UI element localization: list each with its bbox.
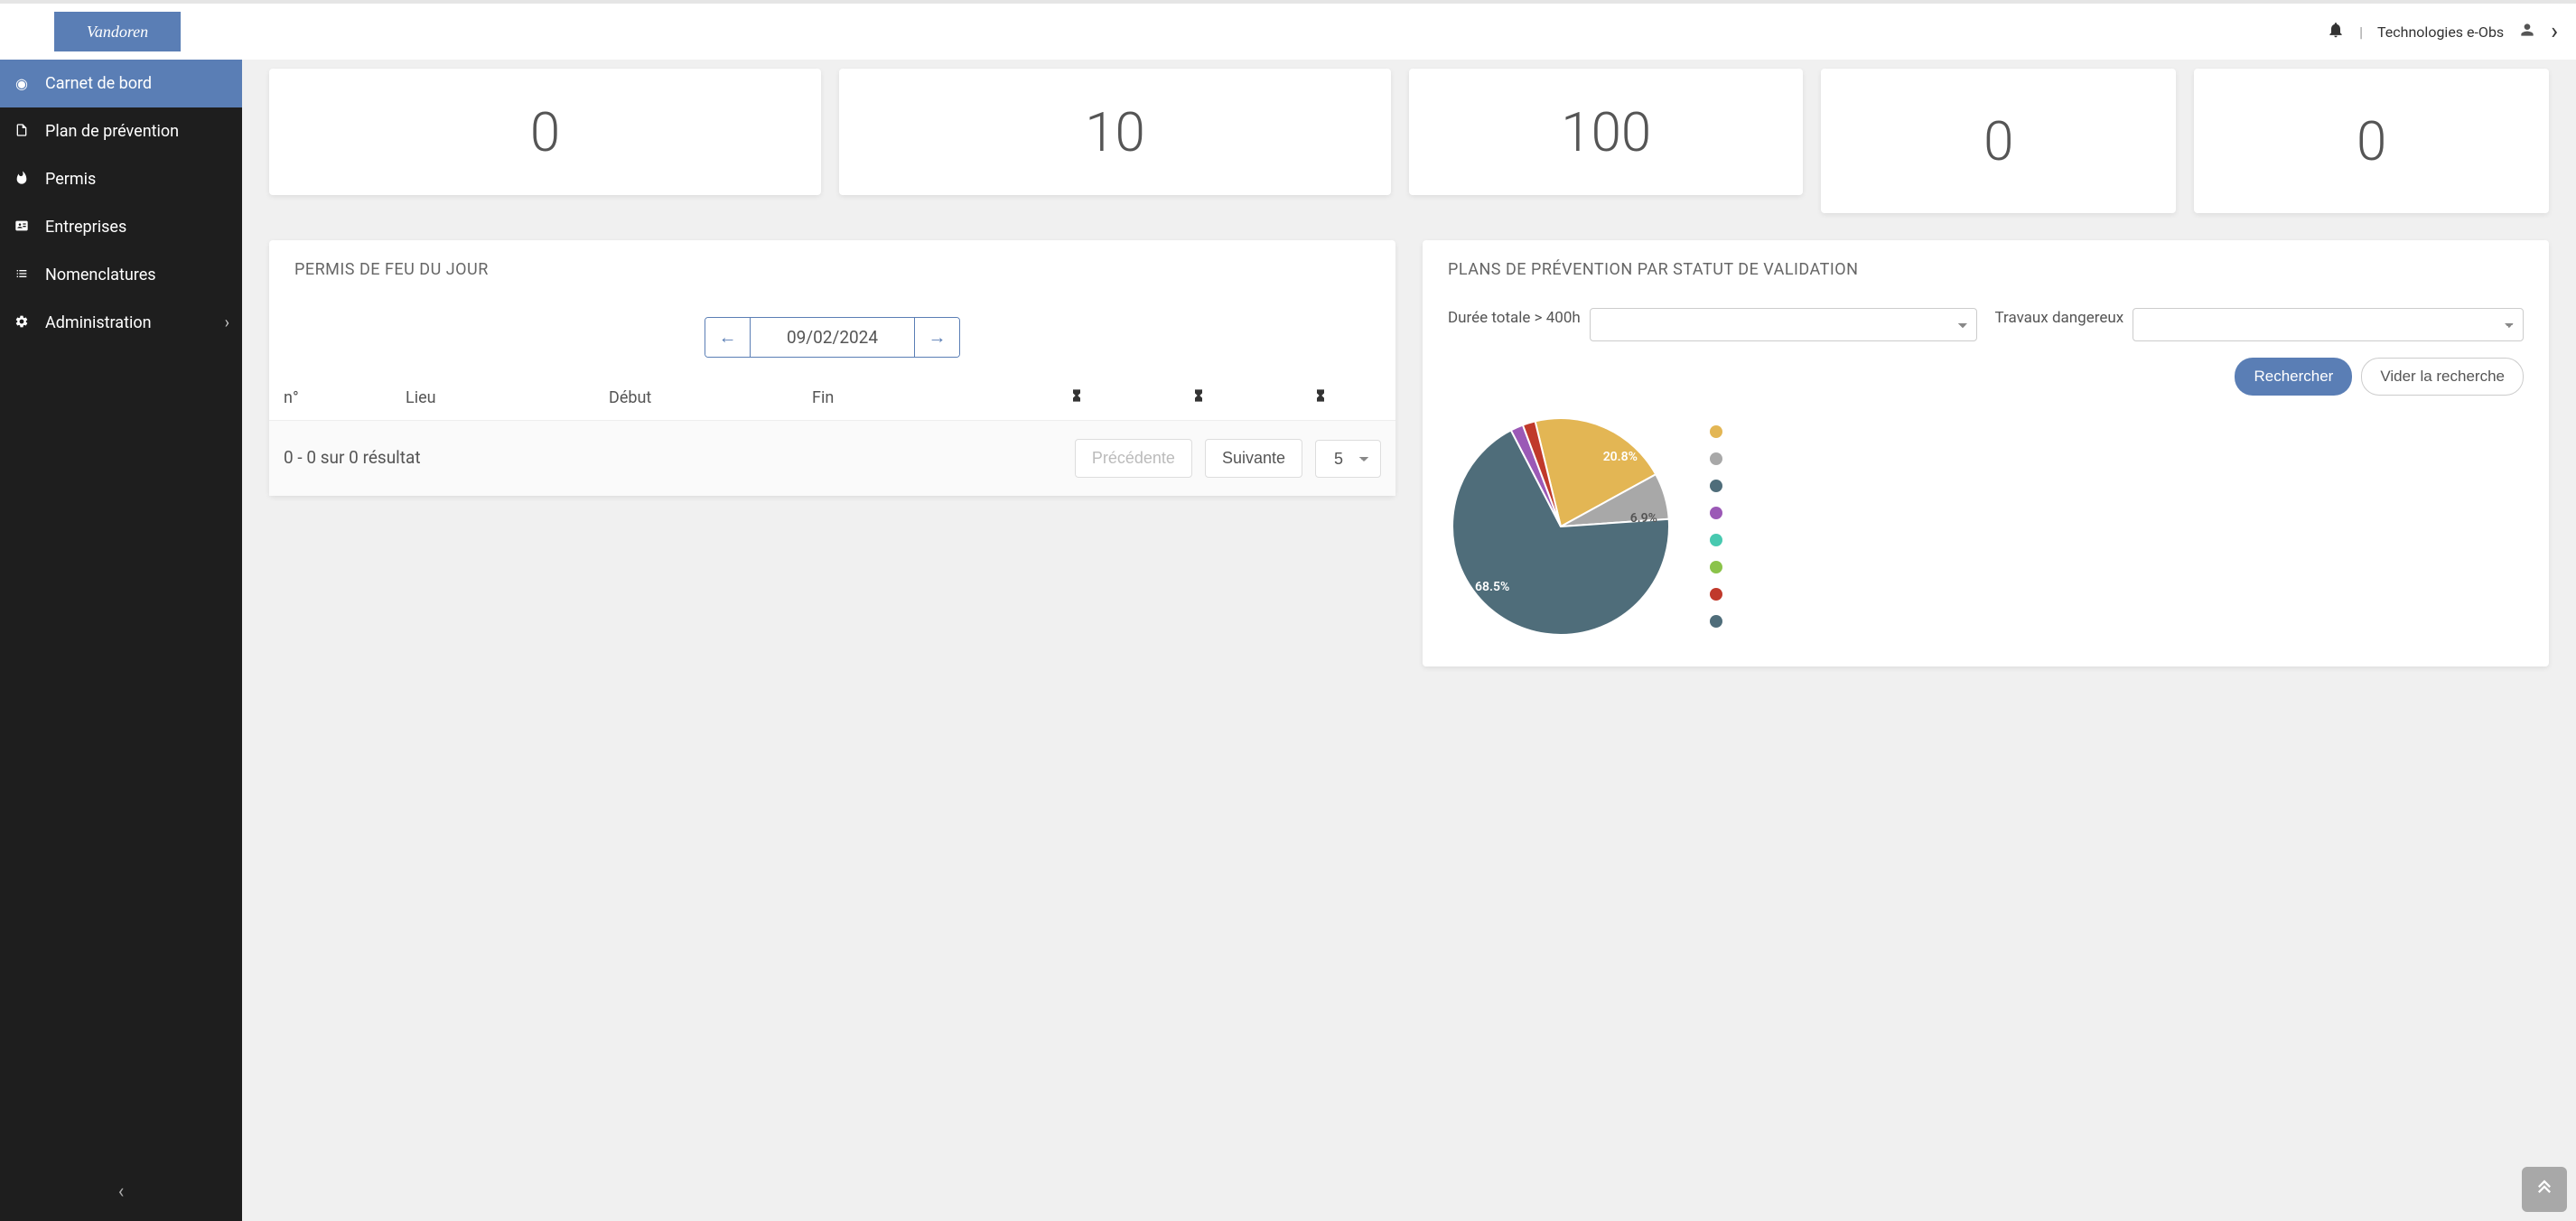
sidebar-item-carnet[interactable]: ◉ Carnet de bord: [0, 60, 242, 107]
legend-dot[interactable]: [1710, 480, 1722, 492]
col-hourglass-2: [1137, 388, 1259, 407]
gear-icon: [13, 314, 31, 332]
stat-value: 0: [530, 100, 560, 164]
stat-value: 10: [1085, 100, 1145, 164]
fire-icon: [13, 171, 31, 189]
date-navigator: ← 09/02/2024 →: [269, 299, 1395, 376]
permis-panel: PERMIS DE FEU DU JOUR ← 09/02/2024 → n° …: [269, 240, 1395, 496]
stats-row: 0 10 100 0 0: [269, 69, 2549, 213]
date-value[interactable]: 09/02/2024: [751, 318, 914, 357]
sidebar-item-label: Administration: [45, 313, 152, 332]
legend-dot[interactable]: [1710, 615, 1722, 628]
id-card-icon: [13, 219, 31, 237]
sidebar: ◉ Carnet de bord Plan de prévention Perm…: [0, 60, 242, 1221]
sidebar-item-entreprises[interactable]: Entreprises: [0, 203, 242, 251]
legend-dot[interactable]: [1710, 452, 1722, 465]
dashboard-icon: ◉: [13, 75, 31, 92]
results-text: 0 - 0 sur 0 résultat: [284, 446, 1062, 471]
app-logo: Vandoren: [54, 12, 181, 51]
pie-chart: 20.8% 6.9% 68.5%: [1448, 414, 1674, 639]
prev-page-button[interactable]: Précédente: [1075, 439, 1192, 478]
col-num: n°: [284, 388, 406, 407]
pie-label: 20.8%: [1603, 450, 1638, 464]
date-prev-button[interactable]: ←: [705, 318, 751, 357]
legend-dot[interactable]: [1710, 534, 1722, 546]
col-hourglass-1: [1015, 388, 1137, 407]
bell-icon[interactable]: [2327, 21, 2345, 43]
pie-label: 68.5%: [1475, 580, 1509, 594]
scroll-top-button[interactable]: [2522, 1167, 2567, 1212]
next-page-button[interactable]: Suivante: [1205, 439, 1302, 478]
stat-value: 0: [1983, 109, 2013, 173]
chevron-right-icon[interactable]: ›: [2551, 18, 2558, 45]
sidebar-item-permis[interactable]: Permis: [0, 155, 242, 203]
sidebar-item-plan[interactable]: Plan de prévention: [0, 107, 242, 155]
legend-dot[interactable]: [1710, 507, 1722, 519]
col-debut: Début: [609, 388, 812, 407]
panel-title: PLANS DE PRÉVENTION PAR STATUT DE VALIDA…: [1423, 240, 2549, 299]
chart-legend: [1710, 425, 1722, 628]
stat-card-2: 10: [839, 69, 1391, 195]
stat-card-1: 0: [269, 69, 821, 195]
page-size-select[interactable]: 5: [1315, 440, 1381, 478]
divider: |: [2359, 23, 2363, 41]
chart-area: 20.8% 6.9% 68.5%: [1423, 405, 2549, 666]
col-lieu: Lieu: [406, 388, 609, 407]
date-next-button[interactable]: →: [914, 318, 959, 357]
sidebar-item-admin[interactable]: Administration ›: [0, 299, 242, 347]
table-footer: 0 - 0 sur 0 résultat Précédente Suivante…: [269, 421, 1395, 496]
clear-search-button[interactable]: Vider la recherche: [2361, 358, 2524, 396]
sidebar-collapse[interactable]: ‹: [118, 1180, 125, 1203]
sidebar-item-label: Entreprises: [45, 218, 126, 237]
sidebar-item-label: Plan de prévention: [45, 122, 179, 141]
user-icon[interactable]: [2518, 21, 2536, 43]
filter-label: Durée totale > 400h: [1448, 308, 1581, 330]
legend-dot[interactable]: [1710, 425, 1722, 438]
plans-panel: PLANS DE PRÉVENTION PAR STATUT DE VALIDA…: [1423, 240, 2549, 666]
topbar-right: | Technologies e-Obs ›: [2327, 18, 2558, 45]
legend-dot[interactable]: [1710, 588, 1722, 601]
search-button[interactable]: Rechercher: [2235, 358, 2352, 396]
list-icon: [13, 266, 31, 284]
stat-card-4: 0: [1821, 69, 2176, 213]
col-fin: Fin: [812, 388, 1015, 407]
sidebar-item-label: Nomenclatures: [45, 266, 156, 284]
stat-card-5: 0: [2194, 69, 2549, 213]
panel-title: PERMIS DE FEU DU JOUR: [269, 240, 1395, 299]
stat-value: 100: [1561, 100, 1651, 164]
filter-duree: Durée totale > 400h: [1448, 308, 1977, 341]
user-label: Technologies e-Obs: [2377, 23, 2504, 41]
main-content: 0 10 100 0 0 PERMIS DE FEU DU JOUR ← 09/…: [242, 60, 2576, 1221]
filter-duree-select[interactable]: [1590, 308, 1977, 341]
chevron-right-icon: ›: [225, 313, 229, 332]
pie-label: 6.9%: [1630, 511, 1657, 526]
stat-card-3: 100: [1409, 69, 1803, 195]
topbar: Vandoren | Technologies e-Obs ›: [0, 0, 2576, 60]
filter-travaux-select[interactable]: [2133, 308, 2524, 341]
table-header: n° Lieu Début Fin: [269, 376, 1395, 421]
sidebar-item-nomenclatures[interactable]: Nomenclatures: [0, 251, 242, 299]
filters: Durée totale > 400h Travaux dangereux: [1423, 299, 2549, 341]
filter-label: Travaux dangereux: [1995, 308, 2124, 330]
stat-value: 0: [2357, 109, 2386, 173]
sidebar-item-label: Permis: [45, 170, 96, 189]
sidebar-item-label: Carnet de bord: [45, 74, 152, 93]
document-icon: [13, 123, 31, 141]
col-hourglass-3: [1259, 388, 1381, 407]
legend-dot[interactable]: [1710, 561, 1722, 573]
filter-travaux: Travaux dangereux: [1995, 308, 2525, 341]
filter-buttons: Rechercher Vider la recherche: [1423, 341, 2549, 405]
